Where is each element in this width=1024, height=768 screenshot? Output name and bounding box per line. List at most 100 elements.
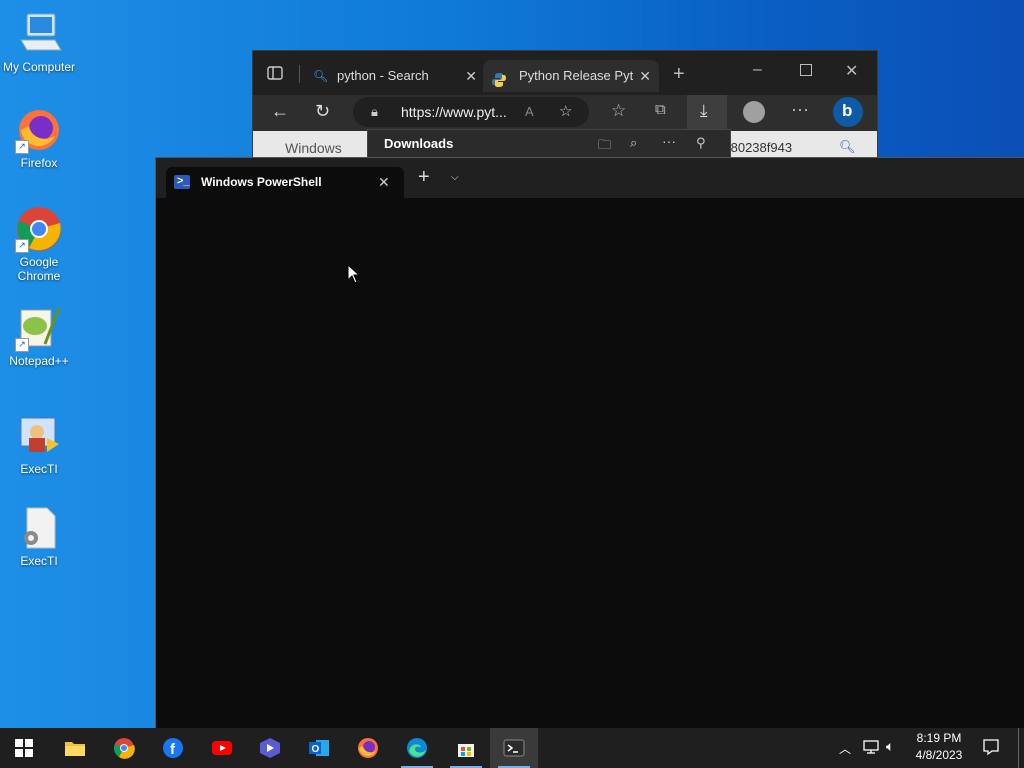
open-folder-icon[interactable]: 🗀 xyxy=(598,136,611,158)
desktop-icon-label: ExecTI xyxy=(20,554,58,568)
terminal-window[interactable]: >_ Windows PowerShell ✕ + ⌵ xyxy=(155,157,1024,730)
desktop-icon-notepad-plus-plus[interactable]: ↗ Notepad++ xyxy=(0,304,78,368)
shortcut-arrow-icon: ↗ xyxy=(15,239,29,253)
profile-avatar[interactable] xyxy=(743,101,765,123)
new-tab-icon[interactable]: + xyxy=(418,166,430,189)
taskbar-firefox[interactable] xyxy=(344,728,392,768)
terminal-content[interactable] xyxy=(156,198,1024,730)
page-hash-text: f80238f943 xyxy=(727,140,793,155)
youtube-icon xyxy=(212,741,232,755)
outlook-icon: O xyxy=(309,740,329,756)
desktop-icon-label: Notepad++ xyxy=(9,354,69,368)
start-button[interactable] xyxy=(0,728,48,768)
taskbar-outlook[interactable]: O xyxy=(295,728,343,768)
chrome-icon xyxy=(114,738,135,759)
desktop-icon-firefox[interactable]: ↗ Firefox xyxy=(0,106,78,170)
terminal-icon xyxy=(503,739,525,757)
search-icon: 🔍︎ xyxy=(313,69,329,83)
tab-python-search[interactable]: 🔍︎ python - Search ✕ xyxy=(307,60,479,92)
taskbar: f O ︿ 🔈︎ 8:19 PM 4/8/2023 xyxy=(0,728,1024,768)
taskbar-store[interactable] xyxy=(442,728,490,768)
tab-python-release[interactable]: Python Release Pytho ✕ xyxy=(483,60,659,92)
desktop-icon-execti-file[interactable]: ExecTI xyxy=(0,504,78,568)
chrome-icon: ↗ xyxy=(15,205,63,253)
edge-icon xyxy=(407,738,427,758)
bing-icon[interactable]: b xyxy=(833,97,863,127)
new-tab-icon[interactable]: + xyxy=(673,63,685,86)
address-bar[interactable]: 🔒︎ https://www.pyt... A ☆ xyxy=(353,97,589,127)
settings-file-icon xyxy=(15,504,63,552)
refresh-icon[interactable]: ↻ xyxy=(315,101,330,122)
download-icon: ⤓ xyxy=(700,101,708,120)
desktop-icon-label: My Computer xyxy=(2,60,76,74)
taskbar-youtube[interactable] xyxy=(198,728,246,768)
more-options-icon[interactable]: ··· xyxy=(791,99,809,120)
read-aloud-icon[interactable]: A xyxy=(525,97,534,127)
show-hidden-icons-chevron-up-icon[interactable]: ︿ xyxy=(839,740,851,757)
terminal-tabbar: >_ Windows PowerShell ✕ + ⌵ xyxy=(156,158,1024,198)
close-tab-icon[interactable]: ✕ xyxy=(639,60,651,92)
svg-text:O: O xyxy=(312,744,320,755)
chevron-down-icon[interactable]: ⌵ xyxy=(451,172,459,183)
search-icon[interactable]: 🔍︎ xyxy=(839,139,856,155)
store-icon xyxy=(458,744,474,757)
windows-logo-icon xyxy=(15,739,33,757)
search-downloads-icon[interactable]: ⌕ xyxy=(630,135,637,151)
video-editor-icon xyxy=(260,738,280,758)
close-tab-icon[interactable]: ✕ xyxy=(378,167,390,198)
close-window-icon[interactable]: ✕ xyxy=(845,61,858,81)
page-text: Windows xyxy=(285,140,342,156)
execti-icon xyxy=(15,412,63,460)
desktop-icon-google-chrome[interactable]: ↗ Google Chrome xyxy=(0,205,78,283)
taskbar-terminal[interactable] xyxy=(490,728,538,768)
tab-windows-powershell[interactable]: >_ Windows PowerShell ✕ xyxy=(166,167,404,198)
shortcut-arrow-icon: ↗ xyxy=(15,140,29,154)
firefox-icon xyxy=(358,738,378,758)
firefox-icon: ↗ xyxy=(15,106,63,154)
lock-icon: 🔒︎ xyxy=(371,104,378,119)
network-icon[interactable] xyxy=(862,739,880,758)
collections-icon[interactable]: ⧉ xyxy=(655,101,666,118)
desktop-icon-label: Google Chrome xyxy=(17,255,61,283)
desktop-icon-label: ExecTI xyxy=(20,462,58,476)
back-icon[interactable]: ← xyxy=(271,101,289,122)
favorite-add-icon[interactable]: ☆ xyxy=(559,97,572,127)
downloads-title: Downloads xyxy=(384,136,454,151)
tab-title: python - Search xyxy=(337,68,429,83)
show-desktop-button[interactable] xyxy=(1018,728,1019,768)
edge-window[interactable]: 🔍︎ python - Search ✕ Python Release Pyth… xyxy=(252,50,878,161)
desktop-icon-my-computer[interactable]: My Computer xyxy=(0,10,78,74)
clock-time: 8:19 PM xyxy=(916,731,962,745)
powershell-icon: >_ xyxy=(174,175,190,189)
taskbar-file-explorer[interactable] xyxy=(51,728,99,768)
tab-title: Windows PowerShell xyxy=(201,175,322,189)
minimize-icon[interactable]: – xyxy=(753,61,762,79)
taskbar-edge[interactable] xyxy=(393,728,441,768)
computer-icon xyxy=(15,10,63,58)
more-options-icon[interactable]: ··· xyxy=(662,133,676,149)
desktop-icon-label: Firefox xyxy=(20,156,58,170)
clock[interactable]: 8:19 PM 4/8/2023 xyxy=(912,731,966,762)
taskbar-chrome[interactable] xyxy=(100,728,148,768)
python-icon xyxy=(491,68,507,87)
notification-center-icon[interactable] xyxy=(982,738,1000,759)
clock-date: 4/8/2023 xyxy=(915,748,963,762)
tab-divider xyxy=(299,65,300,83)
edge-tabstrip: 🔍︎ python - Search ✕ Python Release Pyth… xyxy=(253,51,877,95)
tab-actions-icon[interactable] xyxy=(267,65,283,86)
folder-icon xyxy=(65,742,85,756)
edge-toolbar: ← ↻ 🔒︎ https://www.pyt... A ☆ ☆ ⧉ ⤓ ··· … xyxy=(253,95,877,131)
close-tab-icon[interactable]: ✕ xyxy=(465,60,477,92)
url-text: https://www.pyt... xyxy=(401,104,507,120)
downloads-button[interactable]: ⤓ xyxy=(687,95,727,131)
desktop-icon-execti[interactable]: ExecTI xyxy=(0,412,78,476)
maximize-icon[interactable] xyxy=(800,63,812,81)
volume-icon[interactable]: 🔈︎ xyxy=(886,738,894,755)
mouse-cursor-icon xyxy=(347,263,361,289)
taskbar-facebook[interactable]: f xyxy=(149,728,197,768)
pin-icon[interactable]: ⚲ xyxy=(696,135,706,151)
facebook-icon: f xyxy=(163,738,183,758)
taskbar-clipchamp[interactable] xyxy=(246,728,294,768)
favorites-icon[interactable]: ☆ xyxy=(611,101,626,121)
notepad-plus-plus-icon: ↗ xyxy=(15,304,63,352)
